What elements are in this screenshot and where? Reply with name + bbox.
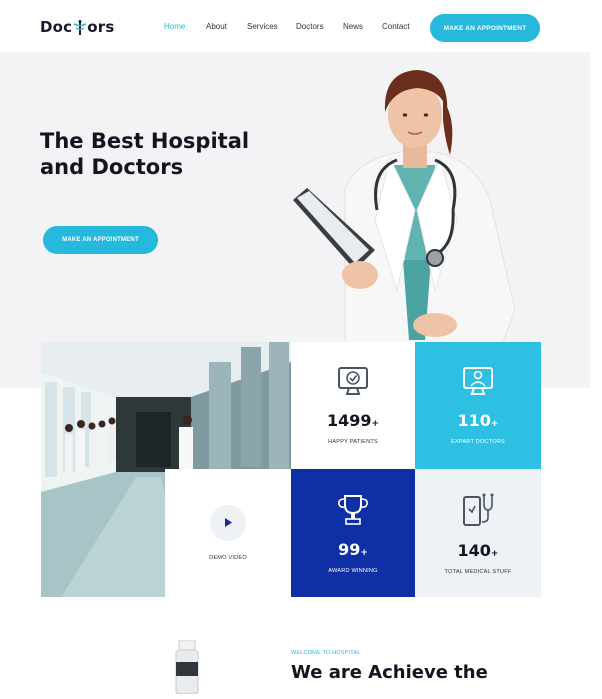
about-title: We are Achieve the: [291, 662, 488, 683]
nav-doctors[interactable]: Doctors: [296, 22, 324, 31]
stat-value: 99+: [338, 539, 368, 559]
stat-value: 110+: [457, 411, 499, 430]
about-kicker: WELCOME TO HOSPITAL: [291, 650, 361, 656]
stat-expart-doctors: 110+ EXPART DOCTORS: [415, 342, 541, 469]
demo-video-label[interactable]: DEMO VIDEO: [209, 555, 247, 561]
demo-video-tile: DEMO VIDEO: [165, 469, 291, 597]
nav-news[interactable]: News: [343, 22, 363, 31]
doctor-screen-icon: [461, 366, 495, 403]
stat-label: HAPPY PATIENTS: [328, 439, 378, 445]
play-icon: [224, 514, 232, 532]
hero-appointment-button[interactable]: MAKE AN APPOINTMENT: [43, 226, 158, 254]
header-appointment-button[interactable]: MAKE AN APPOINTMENT: [430, 14, 540, 42]
monitor-check-icon: [336, 366, 370, 403]
caduceus-icon: [73, 19, 87, 35]
hero-title-line2: and Doctors: [40, 155, 184, 179]
logo-text-prefix: Doc: [40, 18, 73, 36]
doctor-photo: [285, 60, 530, 391]
medicine-bottle-image: [173, 639, 201, 695]
play-button[interactable]: [210, 505, 246, 541]
hero-title-line1: The Best Hospital: [40, 129, 250, 153]
nav-services[interactable]: Services: [247, 22, 278, 31]
logo-text-suffix: ors: [87, 18, 115, 36]
stat-label: TOTAL MEDICAL STUFF: [444, 568, 512, 575]
stat-award-winning: 99+ AWARD WINNING: [291, 469, 415, 597]
site-logo[interactable]: Doc ors: [40, 18, 114, 36]
nav-contact[interactable]: Contact: [382, 22, 410, 31]
site-header: Doc ors Home About Services Doctors News…: [0, 0, 602, 52]
hero-title: The Best Hospital and Doctors: [40, 128, 280, 180]
stat-value: 1499+: [326, 411, 380, 430]
phone-stethoscope-icon: [460, 492, 496, 533]
trophy-icon: [336, 493, 370, 532]
stat-value: 140+: [457, 540, 499, 560]
stat-total-medical-stuff: 140+ TOTAL MEDICAL STUFF: [415, 469, 541, 597]
nav-about[interactable]: About: [206, 22, 227, 31]
stat-happy-patients: 1499+ HAPPY PATIENTS: [291, 342, 415, 469]
stat-label: EXPART DOCTORS: [451, 439, 505, 445]
stat-label: AWARD WINNING: [328, 567, 378, 574]
nav-home[interactable]: Home: [164, 22, 185, 31]
